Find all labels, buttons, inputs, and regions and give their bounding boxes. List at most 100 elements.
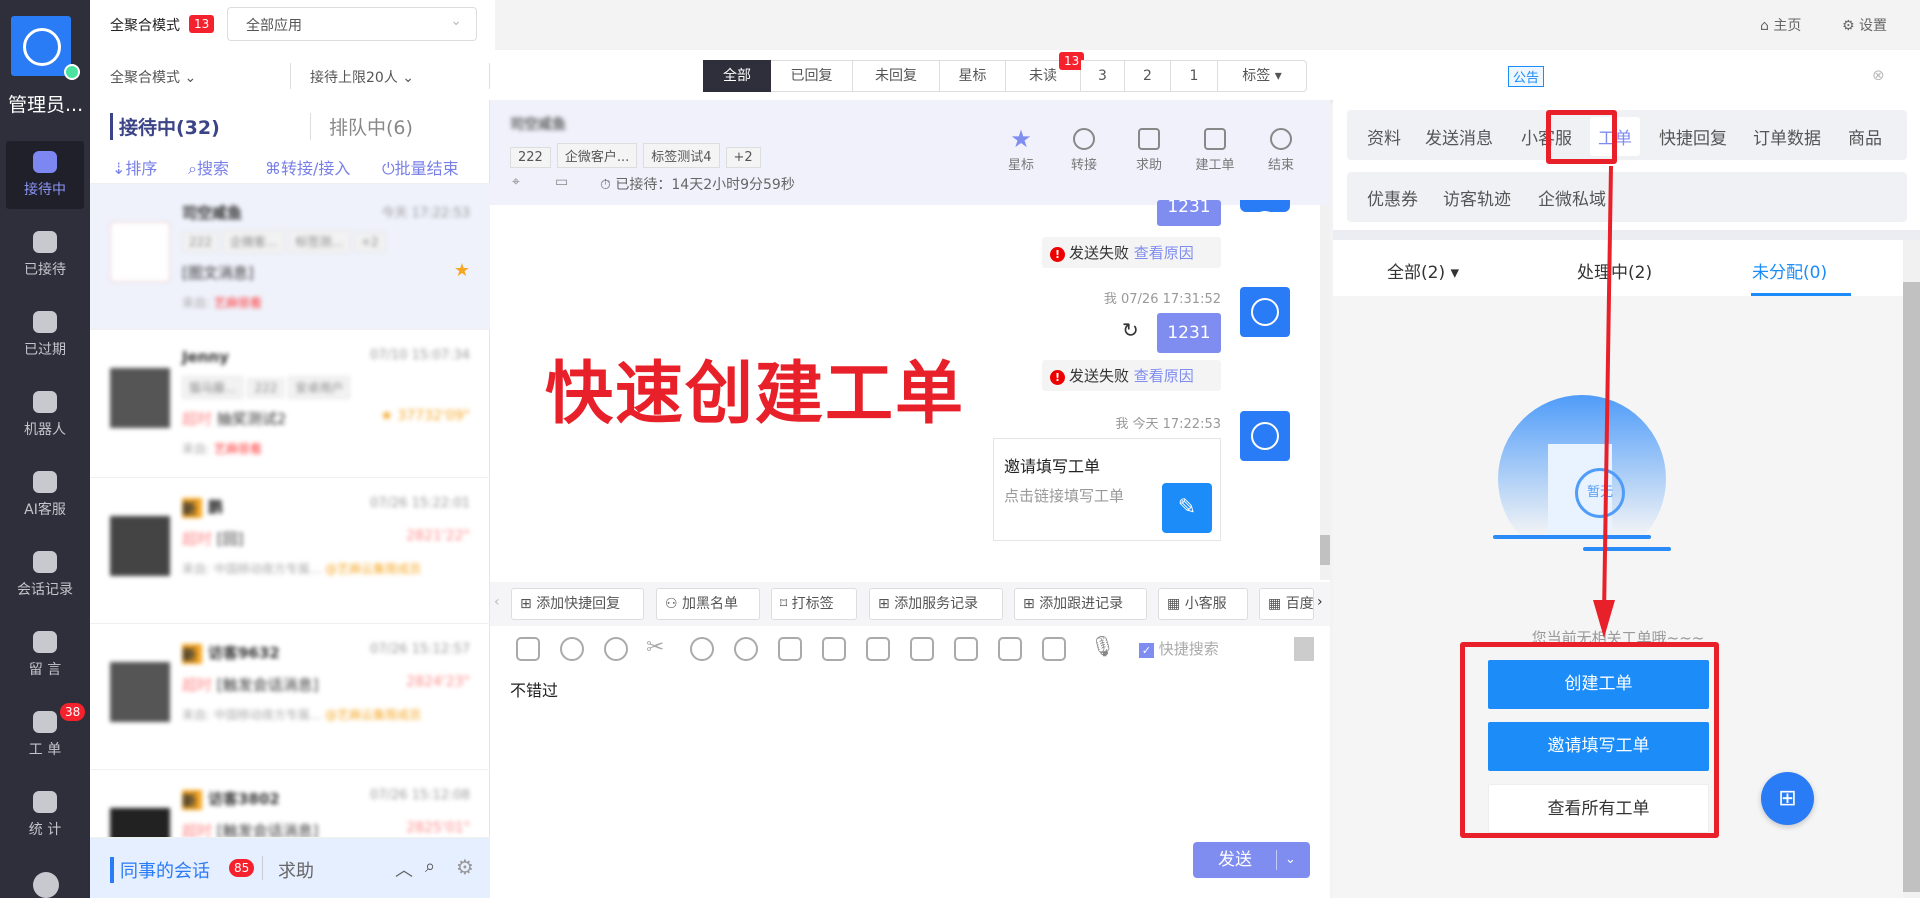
sidebar-item-served[interactable]: 已接待 [6,221,84,289]
avatar [110,368,170,428]
tag-button[interactable]: ⌑ 打标签 [771,588,857,620]
tab-serving[interactable]: 接待中(32) [110,113,220,140]
tab-profile[interactable]: 资料 [1367,124,1401,149]
transfer-icon: ⌘ [265,159,281,178]
tab-queue[interactable]: 排队中(6) [310,113,413,140]
tab-products[interactable]: 商品 [1848,124,1882,149]
help-tab[interactable]: 求助 [278,857,314,883]
sidebar-item-expired[interactable]: 已过期 [6,301,84,369]
scissors-icon[interactable]: ✂ [646,635,664,660]
sidebar-item-history[interactable]: 会话记录 [6,541,84,609]
agent-avatar [1240,200,1290,239]
filter-tab-2[interactable]: 2 [1125,60,1171,92]
subtab-all[interactable]: 全部(2) ▾ [1387,258,1459,283]
star-icon[interactable]: ★ [454,260,470,281]
microphone-icon[interactable]: 🎙 [1090,634,1115,658]
scroll-left-icon[interactable]: ‹ [494,594,500,610]
follow-record-button[interactable]: ⊞ 添加跟进记录 [1014,588,1147,620]
app-logo [11,16,71,76]
video-icon[interactable] [954,637,978,661]
view-reason-link[interactable]: 查看原因 [1134,244,1194,262]
apps-grid-button[interactable]: ⊞ [1761,772,1814,825]
filter-tab-unreplied[interactable]: 未回复 [853,60,940,92]
help-button[interactable]: 求助 [1124,128,1174,173]
view-reason-link[interactable]: 查看原因 [1134,367,1194,385]
message-input[interactable]: 不错过 [510,677,558,701]
end-button[interactable]: 结束 [1256,128,1306,173]
search-button[interactable]: ⌕搜索 [188,155,229,179]
transfer-button[interactable]: 转接 [1059,128,1109,173]
ticket-invite-card[interactable]: 邀请填写工单 点击链接填写工单 ✎ [993,438,1221,541]
tickets-badge: 38 [60,703,86,721]
search-icon[interactable] [33,872,59,898]
limit-select[interactable]: 接待上限20人 ⌄ [310,67,414,87]
sidebar-item-stats[interactable]: 统 计 [6,781,84,849]
filter-tab-all[interactable]: 全部 [703,60,771,92]
add-document-icon[interactable] [910,637,934,661]
subtab-unassigned[interactable]: 未分配(0) [1752,258,1827,283]
quick-search-checkbox[interactable]: ✓ 快捷搜索 [1139,638,1219,659]
invite-icon[interactable] [690,637,714,661]
tab-visitor-track[interactable]: 访客轨迹 [1443,185,1511,210]
sidebar-item-messages[interactable]: 留 言 [6,621,84,689]
tag-icon[interactable] [998,637,1022,661]
chevron-up-icon[interactable]: ︿ [395,856,413,882]
mini-service-button[interactable]: ▦ 小客服 [1158,588,1248,620]
filter-tab-starred[interactable]: 星标 [940,60,1006,92]
transfer-button[interactable]: ⌘转接/接入 [265,155,350,179]
quick-reply-button[interactable]: ⊞ 添加快捷回复 [511,588,644,620]
home-link[interactable]: ⌂ 主页 [1760,15,1801,35]
settings-link[interactable]: ⚙ 设置 [1842,15,1887,35]
blacklist-button[interactable]: ⚇ 加黑名单 [656,588,760,620]
sort-icon: ⇣ [112,159,126,178]
star-button[interactable]: ★ 星标 [996,127,1046,173]
tab-orders[interactable]: 订单数据 [1753,124,1821,149]
upload-icon[interactable] [822,637,846,661]
sidebar-item-ai[interactable]: AI客服 [6,461,84,529]
search-icon[interactable]: ⌕ [425,856,435,877]
power-icon [1270,128,1292,150]
list-item[interactable]: 新鹏 07/26 15:22:01 超时 [回] 2821'22" 来自: 中国… [90,478,490,624]
resend-icon[interactable]: ↻ [1122,318,1139,342]
send-button[interactable]: 发送 ⌄ [1193,842,1310,878]
inbox-icon[interactable] [866,637,890,661]
sidebar-item-serving[interactable]: 接待中 [6,141,84,209]
gear-icon[interactable]: ⚙ [456,855,474,879]
chevron-down-icon[interactable]: ⌄ [1285,842,1296,878]
filter-tab-1[interactable]: 1 [1171,60,1218,92]
batch-end-button[interactable]: ⏻批量结束 [382,155,459,179]
contact-card-icon[interactable] [1042,637,1066,661]
app-select[interactable]: 全部应用 ⌄ [227,7,477,41]
baidu-button[interactable]: ▦ 百度 [1259,588,1314,620]
sort-button[interactable]: ⇣排序 [112,155,157,179]
admin-name[interactable]: 管理员... [8,90,83,117]
folder-icon[interactable] [778,637,802,661]
emoji-icon[interactable] [604,637,628,661]
list-item[interactable]: 新访客9632 07/26 15:12:57 超时 [触发会话消息] 2824'… [90,624,490,770]
colleague-sessions-tab[interactable]: 同事的会话 [110,857,210,883]
image-icon[interactable] [516,637,540,661]
close-icon[interactable]: ⊗ [1872,66,1885,84]
timer-48-icon[interactable] [734,637,758,661]
filter-tab-replied[interactable]: 已回复 [771,60,853,92]
create-ticket-button[interactable]: 建工单 [1190,128,1240,173]
filter-tab-3[interactable]: 3 [1081,60,1125,92]
service-record-button[interactable]: ⊞ 添加服务记录 [869,588,1003,620]
tab-quick-reply[interactable]: 快捷回复 [1659,124,1727,149]
message-meta: 我 今天 17:22:53 [1115,417,1221,432]
mode-select[interactable]: 全聚合模式 ⌄ [110,67,196,87]
tab-send-message[interactable]: 发送消息 [1425,124,1493,149]
sidebar-item-robot[interactable]: 机器人 [6,381,84,449]
tab-coupons[interactable]: 优惠券 [1367,185,1418,210]
clock-icon[interactable] [560,637,584,661]
chat-scrollbar[interactable] [1320,205,1330,580]
panel-scrollbar[interactable] [1903,240,1920,898]
list-item[interactable]: 司空咸鱼 今天 17:22:53 222 企微客... 标签测... +2 [图文消息… [90,184,490,330]
notice-tag[interactable]: 公告 [1508,66,1545,87]
list-item[interactable]: 新访客3802 07/26 15:12:08 超时 [触发会话消息] 2825'… [90,770,490,838]
tag[interactable]: +2 [725,147,761,168]
filter-tab-tags[interactable]: 标签 ▾ [1218,60,1307,92]
list-item[interactable]: Jenny 07/10 15:07:34 猫马藤... 222 安卓用户 超时 抽奖… [90,330,490,478]
active-tab-underline [1751,293,1851,296]
scroll-right-icon[interactable]: › [1317,594,1323,610]
